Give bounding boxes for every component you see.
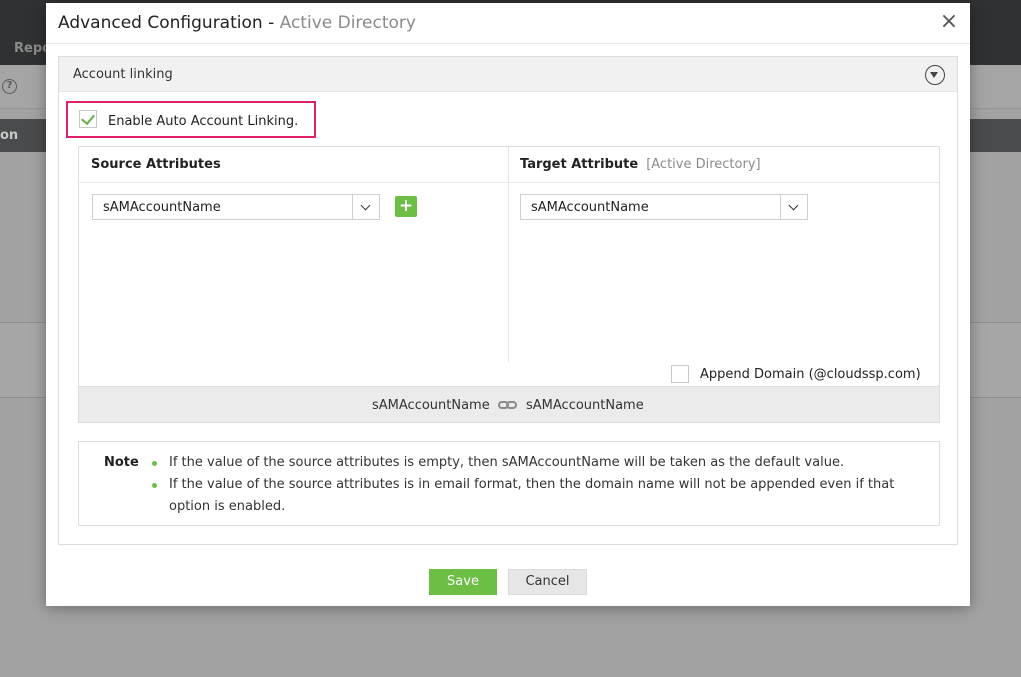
dialog-subtitle: Active Directory bbox=[279, 13, 416, 33]
target-attribute-select[interactable]: sAMAccountName bbox=[520, 194, 808, 220]
enable-auto-linking-checkbox[interactable] bbox=[79, 110, 97, 128]
collapse-toggle-icon[interactable] bbox=[925, 65, 945, 85]
panel-header[interactable]: Account linking bbox=[59, 57, 957, 92]
source-attribute-select[interactable]: sAMAccountName bbox=[92, 194, 380, 220]
dialog-title: Advanced Configuration - Active Director… bbox=[58, 13, 416, 33]
cancel-button[interactable]: Cancel bbox=[508, 569, 587, 595]
target-attribute-header: Target Attribute [Active Directory] bbox=[520, 157, 761, 172]
enable-auto-linking-highlight: Enable Auto Account Linking. bbox=[66, 101, 316, 138]
note-label: Note bbox=[104, 455, 139, 470]
note-bullet-icon bbox=[152, 483, 157, 488]
app-table-header-label: on bbox=[0, 128, 19, 143]
target-attribute-header-tag: [Active Directory] bbox=[646, 157, 761, 172]
append-domain-label[interactable]: Append Domain (@cloudssp.com) bbox=[700, 367, 921, 382]
chevron-down-icon[interactable] bbox=[780, 195, 807, 219]
source-attributes-header: Source Attributes bbox=[91, 157, 221, 172]
dialog-title-main: Advanced Configuration bbox=[58, 13, 263, 33]
attribute-mapping-table: Source Attributes Target Attribute [Activ… bbox=[78, 146, 940, 423]
dialog-title-separator: - bbox=[262, 13, 280, 33]
target-attribute-value: sAMAccountName bbox=[531, 200, 649, 215]
linked-source-attribute: sAMAccountName bbox=[372, 398, 490, 413]
linked-attributes-summary: sAMAccountName sAMAccountName bbox=[79, 386, 939, 422]
chevron-down-icon[interactable] bbox=[352, 195, 379, 219]
column-divider bbox=[508, 147, 509, 362]
close-icon[interactable]: × bbox=[939, 11, 959, 33]
note-item: If the value of the source attributes is… bbox=[169, 455, 845, 470]
note-box: Note If the value of the source attribut… bbox=[78, 441, 940, 526]
checkmark-icon bbox=[81, 110, 95, 126]
note-bullet-icon bbox=[152, 461, 157, 466]
target-attribute-header-label: Target Attribute bbox=[520, 157, 639, 172]
panel-title: Account linking bbox=[73, 67, 173, 82]
add-source-attribute-button[interactable]: + bbox=[395, 196, 417, 217]
dialog-header: Advanced Configuration - Active Director… bbox=[46, 3, 970, 44]
enable-auto-linking-label[interactable]: Enable Auto Account Linking. bbox=[108, 114, 298, 129]
header-divider bbox=[79, 182, 939, 183]
advanced-configuration-dialog: Advanced Configuration - Active Director… bbox=[46, 3, 970, 606]
linked-target-attribute: sAMAccountName bbox=[526, 398, 644, 413]
link-icon bbox=[498, 399, 518, 411]
account-linking-panel: Account linking Enable Auto Account Link… bbox=[58, 56, 958, 545]
append-domain-checkbox[interactable] bbox=[671, 365, 689, 383]
save-button[interactable]: Save bbox=[429, 569, 497, 595]
help-icon[interactable]: ? bbox=[2, 79, 17, 94]
note-item: If the value of the source attributes is… bbox=[169, 477, 895, 514]
source-attribute-value: sAMAccountName bbox=[103, 200, 221, 215]
